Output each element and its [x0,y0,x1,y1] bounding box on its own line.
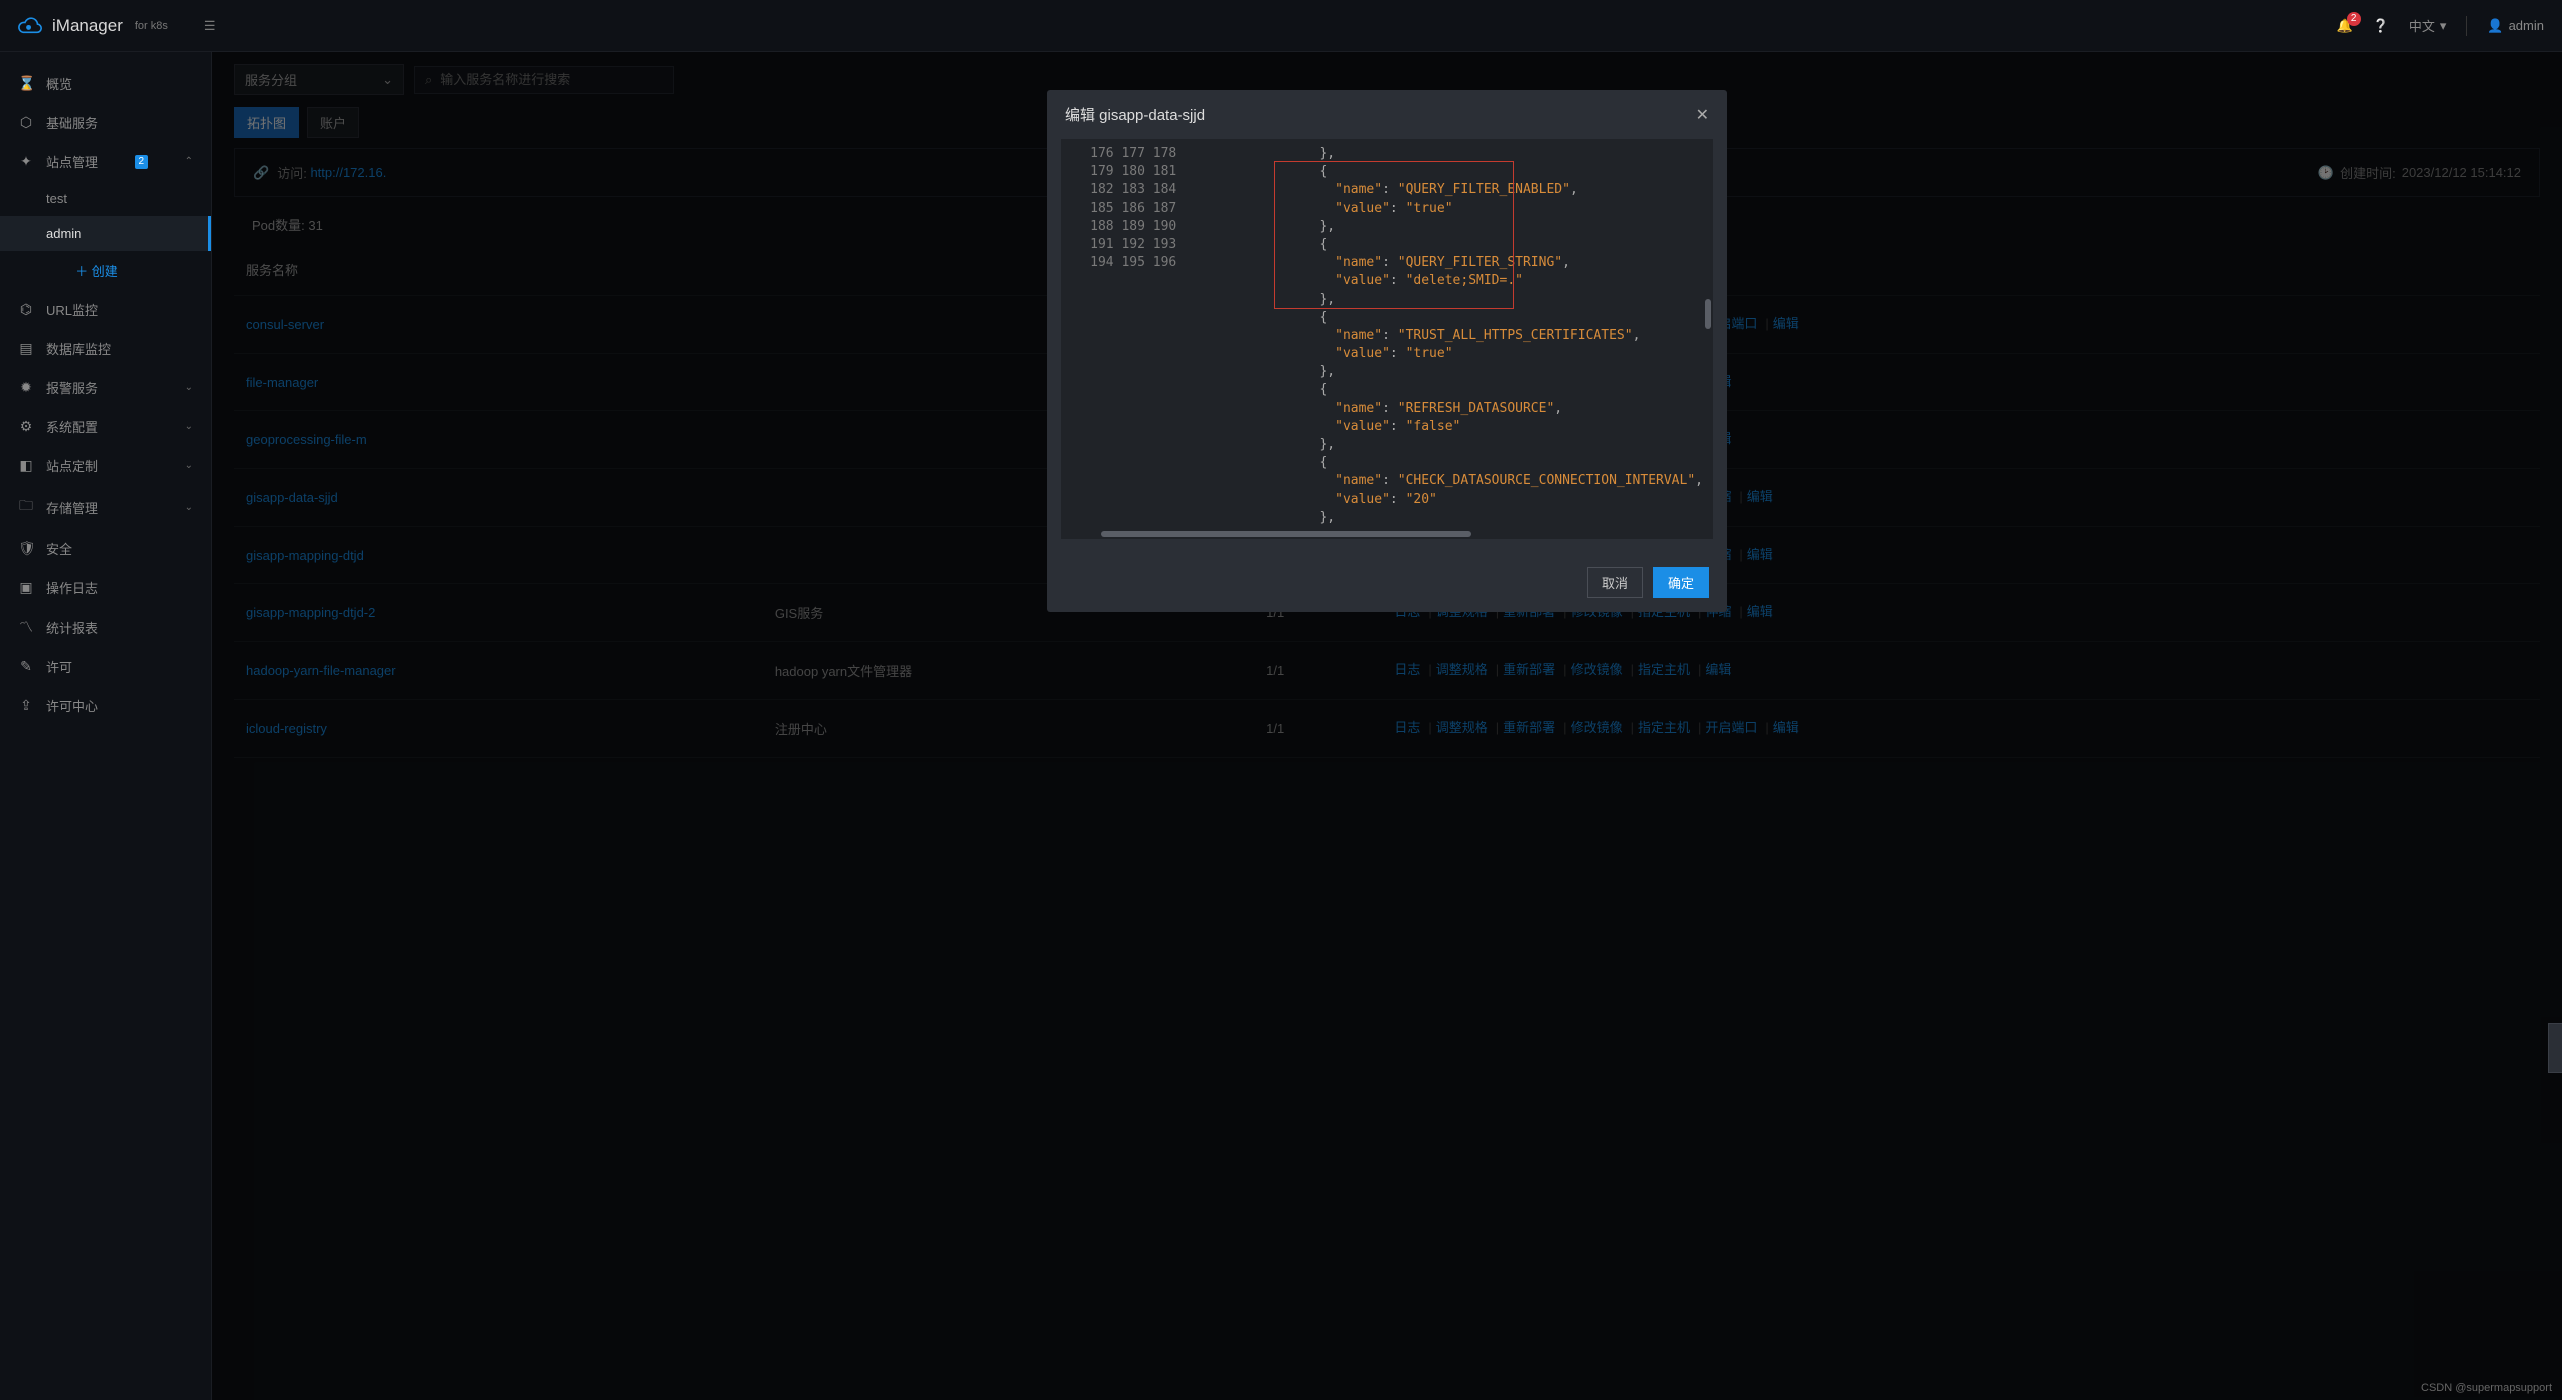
code-body[interactable]: }, { "name": "QUERY_FILTER_ENABLED", "va… [1184,139,1713,539]
nav-icon: 🛡 [18,540,34,557]
nav-label: 操作日志 [46,578,98,597]
nav-label: 统计报表 [46,618,98,637]
main-content: 服务分组 ⌄ ⌕ 拓扑图 账户 🔗 访问: http://172.16. 🕑 创… [212,52,2562,1400]
sidebar-item[interactable]: 🛡 安全 [0,529,211,568]
nav-icon: ⬡ [18,114,34,131]
sidebar-item[interactable]: ▤ 数据库监控 [0,329,211,368]
nav-label: 报警服务 [46,378,98,397]
nav-icon: ⌬ [18,301,34,318]
language-select[interactable]: 中文 ▾ [2409,16,2447,35]
nav-icon: ◧ [18,457,34,474]
edit-modal: 编辑 gisapp-data-sjjd ✕ 176 177 178 179 18… [1047,90,1727,612]
sidebar-item[interactable]: ⚙ 系统配置 ⌄ [0,407,211,446]
sidebar-subitem[interactable]: test [0,181,211,216]
nav-icon: ⇪ [18,697,34,714]
chevron-down-icon: ⌄ [185,460,193,471]
nav-icon: ▤ [18,340,34,357]
feedback-tab[interactable] [2548,1023,2562,1073]
sidebar-item[interactable]: ▣ 操作日志 [0,568,211,607]
sidebar-create[interactable]: ＋ 创建 [0,251,211,290]
divider [2466,16,2467,36]
sidebar-item[interactable]: ✎ 许可 [0,647,211,686]
sidebar-item[interactable]: ✹ 报警服务 ⌄ [0,368,211,407]
nav-icon: ✹ [18,379,34,396]
sidebar-item[interactable]: ⬡ 基础服务 [0,103,211,142]
nav-label: 许可中心 [46,696,98,715]
horizontal-scrollbar[interactable] [1101,531,1471,537]
modal-title: 编辑 gisapp-data-sjjd [1065,104,1205,125]
nav-label: 安全 [46,539,72,558]
nav-badge: 2 [135,155,149,169]
nav-label: 站点管理 [46,152,98,171]
brand-suffix: for k8s [135,20,168,32]
sidebar-item[interactable]: 〽统计报表 [0,607,211,647]
nav-icon: ⌛ [18,75,34,92]
sidebar: ⌛ 概览 ⬡ 基础服务 ✦ 站点管理 2 ⌃ testadmin＋ 创建 ⌬ URL监控 ▤ 数据库监控… [0,52,212,1400]
nav-icon: ⚙ [18,418,34,435]
code-editor[interactable]: 176 177 178 179 180 181 182 183 184 185 … [1061,139,1713,539]
nav-label: URL监控 [46,300,98,319]
nav-label: 站点定制 [46,456,98,475]
sidebar-item[interactable]: ⌛ 概览 [0,64,211,103]
nav-icon: 〽 [18,617,34,637]
help-button[interactable]: ❔ [2373,18,2389,34]
sidebar-subitem[interactable]: admin [0,216,211,251]
chevron-down-icon: ⌄ [185,502,193,513]
chevron-up-icon: ⌃ [185,156,193,167]
nav-label: 数据库监控 [46,339,111,358]
nav-label: 系统配置 [46,417,98,436]
nav-icon: ✦ [18,153,34,170]
sidebar-collapse-icon[interactable]: ☰ [204,18,216,34]
line-gutter: 176 177 178 179 180 181 182 183 184 185 … [1061,139,1184,539]
chevron-down-icon: ⌄ [185,382,193,393]
sidebar-item[interactable]: ⇪ 许可中心 [0,686,211,725]
chevron-down-icon: ▾ [2440,18,2447,34]
vertical-scrollbar[interactable] [1705,299,1711,329]
help-icon: ❔ [2373,18,2389,34]
nav-label: 概览 [46,74,72,93]
ok-button[interactable]: 确定 [1653,567,1709,598]
modal-close-button[interactable]: ✕ [1696,105,1709,125]
nav-label: 许可 [46,657,72,676]
nav-label: 存储管理 [46,498,98,517]
cloud-icon [18,16,44,36]
nav-icon: ✎ [18,658,34,675]
app-header: iManager for k8s ☰ 🔔 2 ❔ 中文 ▾ 👤 admin [0,0,2562,52]
notifications-button[interactable]: 🔔 2 [2336,18,2352,34]
nav-label: 基础服务 [46,113,98,132]
modal-overlay[interactable]: 编辑 gisapp-data-sjjd ✕ 176 177 178 179 18… [212,52,2562,1400]
watermark: CSDN @supermapsupport [2421,1382,2552,1394]
nav-icon: 🗀 [18,495,34,519]
sidebar-item[interactable]: ✦ 站点管理 2 ⌃ [0,142,211,181]
brand-name: iManager [52,16,123,36]
notification-badge: 2 [2347,12,2361,26]
sidebar-item[interactable]: ⌬ URL监控 [0,290,211,329]
brand-logo[interactable]: iManager for k8s [18,16,168,36]
sidebar-item[interactable]: 🗀 存储管理 ⌄ [0,485,211,529]
user-icon: 👤 [2487,18,2503,34]
chevron-down-icon: ⌄ [185,421,193,432]
sidebar-item[interactable]: ◧ 站点定制 ⌄ [0,446,211,485]
cancel-button[interactable]: 取消 [1587,567,1643,598]
user-menu[interactable]: 👤 admin [2487,18,2544,34]
nav-icon: ▣ [18,579,34,596]
